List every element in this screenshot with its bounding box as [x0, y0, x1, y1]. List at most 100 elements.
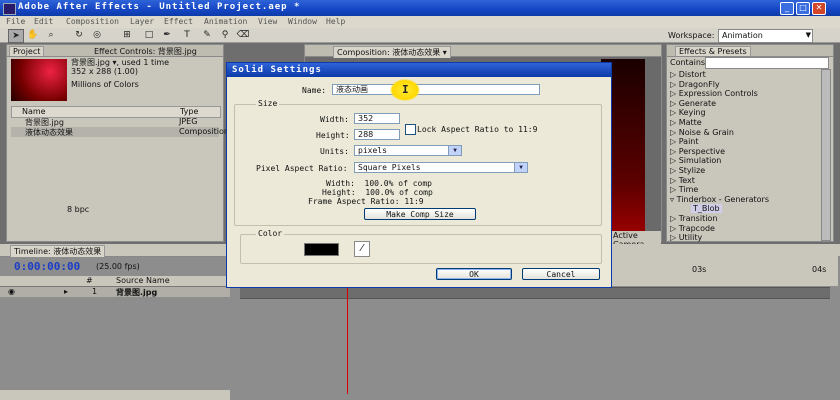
effect-category-row[interactable]: ▷ Stylize — [670, 166, 705, 175]
effect-category-item[interactable]: DragonFly — [679, 80, 720, 89]
rotate-tool-icon[interactable]: ↻ — [72, 29, 86, 41]
disclosure-triangle-icon[interactable]: ▷ — [670, 185, 679, 194]
effect-category-item[interactable]: Stylize — [679, 166, 706, 175]
tab-composition[interactable]: Composition: 液体动态效果 ▾ — [333, 46, 451, 58]
disclosure-triangle-icon[interactable]: ▷ — [670, 99, 679, 108]
close-button[interactable]: ✕ — [812, 2, 826, 15]
tab-effects-presets[interactable]: Effects & Presets — [675, 46, 751, 56]
units-select[interactable]: pixels ▼ — [354, 145, 462, 156]
name-field[interactable]: 液态动画 — [332, 84, 540, 95]
disclosure-triangle-icon[interactable]: ▷ — [670, 108, 679, 117]
pen-tool-icon[interactable]: ✒ — [160, 29, 174, 41]
disclosure-triangle-icon[interactable]: ▷ — [670, 224, 679, 233]
effect-category-row[interactable]: ▷ DragonFly — [670, 80, 720, 89]
effect-category-item[interactable]: Generate — [679, 99, 716, 108]
disclosure-triangle-icon[interactable]: ▷ — [670, 137, 679, 146]
menu-window[interactable]: Window — [288, 17, 317, 26]
tab-project[interactable]: Project — [9, 46, 45, 56]
effect-category-row[interactable]: ▷ Utility — [670, 233, 702, 242]
col-type[interactable]: Type — [180, 107, 198, 116]
table-row[interactable]: ◉ ▸ 1 背景图.jpg — [0, 287, 230, 297]
effect-category-item[interactable]: Trapcode — [679, 224, 715, 233]
tab-timeline[interactable]: Timeline: 液体动态效果 — [10, 245, 106, 257]
effect-category-row[interactable]: ▷ Perspective — [670, 147, 725, 156]
height-field[interactable]: 288 — [354, 129, 400, 140]
cancel-button[interactable]: Cancel — [522, 268, 600, 280]
list-item[interactable]: 背景图.jpg JPEG — [11, 117, 219, 127]
effects-scrollbar[interactable] — [821, 69, 831, 241]
disclosure-triangle-icon[interactable]: ▷ — [670, 156, 679, 165]
effect-category-row[interactable]: ▷ Noise & Grain — [670, 128, 734, 137]
disclosure-triangle-icon[interactable]: ▷ — [670, 89, 679, 98]
menu-composition[interactable]: Composition — [66, 17, 119, 26]
effect-category-item[interactable]: Keying — [679, 108, 706, 117]
effect-category-row[interactable]: ▷ Time — [670, 185, 698, 194]
hand-tool-icon[interactable]: ✋ — [26, 29, 40, 41]
lock-aspect-checkbox[interactable] — [405, 124, 416, 135]
color-swatch[interactable] — [304, 243, 339, 256]
tab-effect-controls[interactable]: Effect Controls: 背景图.jpg — [91, 46, 200, 57]
eyedropper-icon[interactable]: ⁄ — [354, 241, 370, 257]
effect-category-item[interactable]: Time — [679, 185, 699, 194]
effect-category-item[interactable]: Matte — [679, 118, 702, 127]
expand-arrow-icon[interactable]: ▸ — [64, 287, 68, 296]
menu-effect[interactable]: Effect — [164, 17, 193, 26]
clone-tool-icon[interactable]: ⚲ — [218, 29, 232, 41]
effect-category-row[interactable]: ▷ Matte — [670, 118, 702, 127]
effect-item-t-blob[interactable]: T_Blob — [691, 204, 722, 214]
current-time-indicator[interactable] — [347, 288, 348, 394]
ok-button[interactable]: OK — [436, 268, 512, 280]
effect-category-row[interactable]: ▷ Paint — [670, 137, 699, 146]
menu-edit[interactable]: Edit — [34, 17, 53, 26]
brush-tool-icon[interactable]: ✎ — [200, 29, 214, 41]
effect-category-item[interactable]: Simulation — [679, 156, 722, 165]
workspace-select[interactable]: Animation ▼ — [718, 29, 813, 43]
menu-animation[interactable]: Animation — [204, 17, 247, 26]
disclosure-triangle-icon[interactable]: ▷ — [670, 176, 679, 185]
effect-category-row[interactable]: ▷ Simulation — [670, 156, 721, 165]
make-comp-size-button[interactable]: Make Comp Size — [364, 208, 476, 220]
effect-category-item[interactable]: Paint — [679, 137, 699, 146]
zoom-tool-icon[interactable]: ⌕ — [44, 29, 58, 41]
bit-depth-button[interactable]: 8 bpc — [67, 205, 89, 214]
effect-category-row[interactable]: ▷ Distort — [670, 70, 706, 79]
menu-help[interactable]: Help — [326, 17, 345, 26]
effect-category-item[interactable]: Noise & Grain — [679, 128, 734, 137]
disclosure-triangle-icon[interactable]: ▷ — [670, 166, 679, 175]
layer-name[interactable]: 背景图.jpg — [116, 287, 157, 298]
disclosure-triangle-icon[interactable]: ▷ — [670, 80, 679, 89]
effect-category-row[interactable]: ▷ Text — [670, 176, 695, 185]
minimize-button[interactable]: _ — [780, 2, 794, 15]
layer-track-bar[interactable] — [240, 287, 830, 299]
effect-category-row[interactable]: ▷ Generate — [670, 99, 716, 108]
pan-behind-tool-icon[interactable]: ⊞ — [120, 29, 134, 41]
effect-category-item[interactable]: Tinderbox - Generators — [677, 195, 769, 204]
effect-category-row[interactable]: ▷ Keying — [670, 108, 706, 117]
time-ruler[interactable]: 03s 04s — [612, 256, 838, 286]
effect-category-item[interactable]: Expression Controls — [679, 89, 758, 98]
col-source-name[interactable]: Source Name — [116, 276, 170, 285]
effect-category-item[interactable]: Perspective — [679, 147, 725, 156]
effect-category-row[interactable]: ▿ Tinderbox - Generators — [670, 195, 769, 204]
disclosure-triangle-icon[interactable]: ▷ — [670, 128, 679, 137]
width-field[interactable]: 352 — [354, 113, 400, 124]
maximize-button[interactable]: □ — [796, 2, 810, 15]
eye-icon[interactable]: ◉ — [8, 287, 15, 296]
disclosure-triangle-icon[interactable]: ▷ — [670, 118, 679, 127]
menu-view[interactable]: View — [258, 17, 277, 26]
effect-category-item[interactable]: Utility — [679, 233, 703, 242]
col-name[interactable]: Name — [22, 107, 46, 116]
camera-tool-icon[interactable]: ◎ — [90, 29, 104, 41]
contains-search-input[interactable] — [705, 57, 829, 69]
menu-file[interactable]: File — [6, 17, 25, 26]
effect-category-row[interactable]: ▷ Transition — [670, 214, 717, 223]
disclosure-triangle-icon[interactable]: ▷ — [670, 70, 679, 79]
effect-category-item[interactable]: Text — [679, 176, 695, 185]
effect-category-row[interactable]: ▷ Expression Controls — [670, 89, 758, 98]
selection-tool-icon[interactable]: ➤ — [8, 29, 24, 43]
timecode-display[interactable]: 0:00:00:00 — [14, 260, 80, 273]
text-tool-icon[interactable]: T — [180, 29, 194, 41]
disclosure-triangle-icon[interactable]: ▷ — [670, 233, 679, 242]
list-item[interactable]: 液体动态效果 Composition — [11, 127, 229, 137]
menu-layer[interactable]: Layer — [130, 17, 154, 26]
